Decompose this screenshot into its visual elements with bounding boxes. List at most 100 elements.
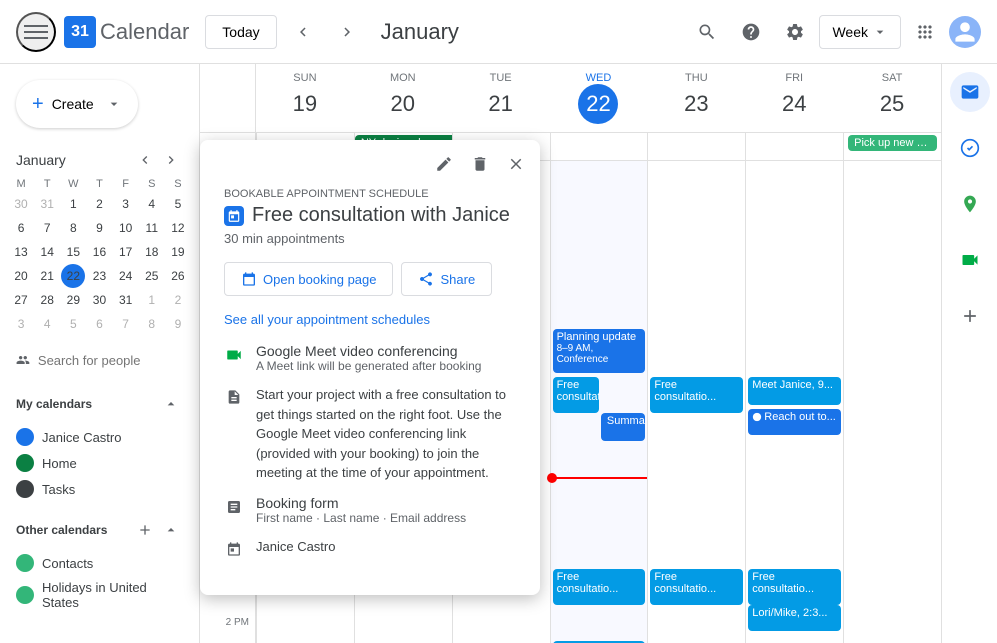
organizer-icon bbox=[224, 539, 244, 559]
popup-btn-row: Open booking page Share bbox=[224, 262, 516, 296]
day-col-thu[interactable]: Free consultatio... Free consultatio... bbox=[647, 161, 745, 643]
day-col-sat[interactable] bbox=[843, 161, 941, 643]
day-header-mon[interactable]: MON 20 bbox=[354, 64, 452, 132]
event-meet-janice[interactable]: Meet Janice, 9... bbox=[748, 377, 841, 405]
apps-button[interactable] bbox=[905, 12, 945, 52]
add-other-calendar[interactable] bbox=[133, 518, 157, 542]
day-header-tue[interactable]: TUE 21 bbox=[452, 64, 550, 132]
popup-edit-button[interactable] bbox=[428, 148, 460, 180]
share-button[interactable]: Share bbox=[401, 262, 492, 296]
allday-thu bbox=[647, 133, 745, 160]
popup-header bbox=[200, 140, 540, 180]
event-free-consult-thu-2[interactable]: Free consultatio... bbox=[650, 569, 743, 605]
day-header-sun[interactable]: SUN 19 bbox=[256, 64, 354, 132]
event-free-consult-fri[interactable]: Free consultatio... bbox=[748, 569, 841, 605]
form-icon bbox=[224, 497, 244, 517]
mini-cal-header: January bbox=[8, 144, 191, 176]
allday-event-bike[interactable]: Pick up new bike bbox=[848, 135, 937, 151]
event-free-consult-wed-2[interactable]: Free consultatio... bbox=[553, 569, 646, 605]
other-calendar-contacts[interactable]: Contacts bbox=[8, 550, 191, 576]
day-header-thu[interactable]: THU 23 bbox=[647, 64, 745, 132]
mini-calendar: January M T W T F S bbox=[0, 144, 199, 336]
day-header-wed[interactable]: WED 22 bbox=[550, 64, 648, 132]
right-icon-meet[interactable] bbox=[950, 240, 990, 280]
circle-3-icon bbox=[752, 412, 762, 422]
booking-form-title: Booking form bbox=[256, 495, 516, 511]
search-button[interactable] bbox=[687, 12, 727, 52]
right-icon-maps[interactable] bbox=[950, 184, 990, 224]
day-header-sat[interactable]: SAT 25 bbox=[843, 64, 941, 132]
popup-title: Free consultation with Janice bbox=[252, 204, 510, 227]
my-calendars-header: My calendars bbox=[8, 384, 191, 424]
create-label: Create bbox=[52, 96, 94, 112]
other-calendar-holidays[interactable]: Holidays in United States bbox=[8, 576, 191, 614]
right-sidebar bbox=[941, 64, 997, 643]
search-people-icon bbox=[16, 352, 30, 368]
my-calendar-tasks[interactable]: Tasks bbox=[8, 476, 191, 502]
right-icon-gmail[interactable] bbox=[950, 72, 990, 112]
janice-label: Janice Castro bbox=[42, 430, 121, 445]
month-title: January bbox=[381, 19, 680, 45]
right-icon-tasks[interactable] bbox=[950, 128, 990, 168]
now-dot bbox=[547, 473, 557, 483]
mini-cal-next[interactable] bbox=[159, 148, 183, 172]
day-headers: SUN 19 MON 20 TUE 21 WED 22 THU 23 FRI 2… bbox=[200, 64, 941, 133]
right-icon-add[interactable] bbox=[950, 296, 990, 336]
popup-description-row: Start your project with a free consultat… bbox=[224, 385, 516, 483]
holidays-label: Holidays in United States bbox=[42, 580, 183, 610]
time-2pm: 2 PM bbox=[200, 617, 255, 643]
popup-overlay: BOOKABLE APPOINTMENT SCHEDULE Free consu… bbox=[200, 140, 540, 595]
next-button[interactable] bbox=[329, 14, 365, 50]
day-col-fri[interactable]: Meet Janice, 9... Reach out to... Free c… bbox=[745, 161, 843, 643]
view-selector[interactable]: Week bbox=[819, 15, 901, 49]
my-calendar-home[interactable]: Home bbox=[8, 450, 191, 476]
search-people bbox=[0, 344, 199, 376]
popup-delete-button[interactable] bbox=[464, 148, 496, 180]
app-title: Calendar bbox=[100, 19, 189, 45]
my-calendar-janice[interactable]: Janice Castro bbox=[8, 424, 191, 450]
popup-title-row: Free consultation with Janice bbox=[224, 204, 516, 227]
top-bar: 31 Calendar Today January Week bbox=[0, 0, 997, 64]
other-calendars-collapse[interactable] bbox=[159, 518, 183, 542]
other-calendars-section: Other calendars Contacts Holidays in Uni… bbox=[0, 510, 199, 614]
see-all-schedules-link[interactable]: See all your appointment schedules bbox=[224, 312, 516, 327]
booking-form-fields: First name · Last name · Email address bbox=[256, 511, 516, 525]
day-header-fri[interactable]: FRI 24 bbox=[745, 64, 843, 132]
sidebar: + Create January M T bbox=[0, 64, 200, 643]
today-button[interactable]: Today bbox=[205, 15, 276, 49]
help-button[interactable] bbox=[731, 12, 771, 52]
menu-button[interactable] bbox=[16, 12, 56, 52]
day-col-wed[interactable]: Planning update 8–9 AM, Conference Free … bbox=[550, 161, 648, 643]
popup-close-button[interactable] bbox=[500, 148, 532, 180]
popup: BOOKABLE APPOINTMENT SCHEDULE Free consu… bbox=[200, 140, 540, 595]
event-lori-mike[interactable]: Lori/Mike, 2:3... bbox=[748, 605, 841, 631]
meet-icon bbox=[224, 345, 244, 365]
event-summarize-wed[interactable]: Summarize bbox=[601, 413, 646, 441]
event-planning-update[interactable]: Planning update 8–9 AM, Conference bbox=[553, 329, 646, 373]
time-gutter-header bbox=[200, 64, 256, 132]
other-calendars-title: Other calendars bbox=[16, 523, 107, 537]
event-reach-out[interactable]: Reach out to... bbox=[748, 409, 841, 435]
popup-cal-icon bbox=[224, 206, 244, 226]
tasks-label: Tasks bbox=[42, 482, 75, 497]
booking-icon bbox=[241, 271, 257, 287]
home-dot bbox=[16, 454, 34, 472]
janice-dot bbox=[16, 428, 34, 446]
create-button[interactable]: + Create bbox=[16, 80, 138, 128]
popup-meet-row: Google Meet video conferencing A Meet li… bbox=[224, 343, 516, 373]
popup-tag: BOOKABLE APPOINTMENT SCHEDULE bbox=[224, 188, 516, 200]
open-booking-button[interactable]: Open booking page bbox=[224, 262, 393, 296]
my-calendars-section: My calendars Janice Castro Home Tasks bbox=[0, 384, 199, 502]
settings-button[interactable] bbox=[775, 12, 815, 52]
prev-button[interactable] bbox=[285, 14, 321, 50]
event-free-consult-thu[interactable]: Free consultatio... bbox=[650, 377, 743, 413]
mini-cal-grid: M T W T F S S 30 31 1 2 3 4 5 bbox=[8, 176, 191, 336]
mini-cal-prev[interactable] bbox=[133, 148, 157, 172]
tasks-dot bbox=[16, 480, 34, 498]
allday-wed bbox=[550, 133, 648, 160]
my-calendars-collapse[interactable] bbox=[159, 392, 183, 416]
event-free-consult-wed-1[interactable]: Free consultatio... bbox=[553, 377, 599, 413]
search-people-input[interactable] bbox=[38, 353, 183, 368]
avatar[interactable] bbox=[949, 16, 981, 48]
popup-organizer: Janice Castro bbox=[256, 537, 516, 557]
